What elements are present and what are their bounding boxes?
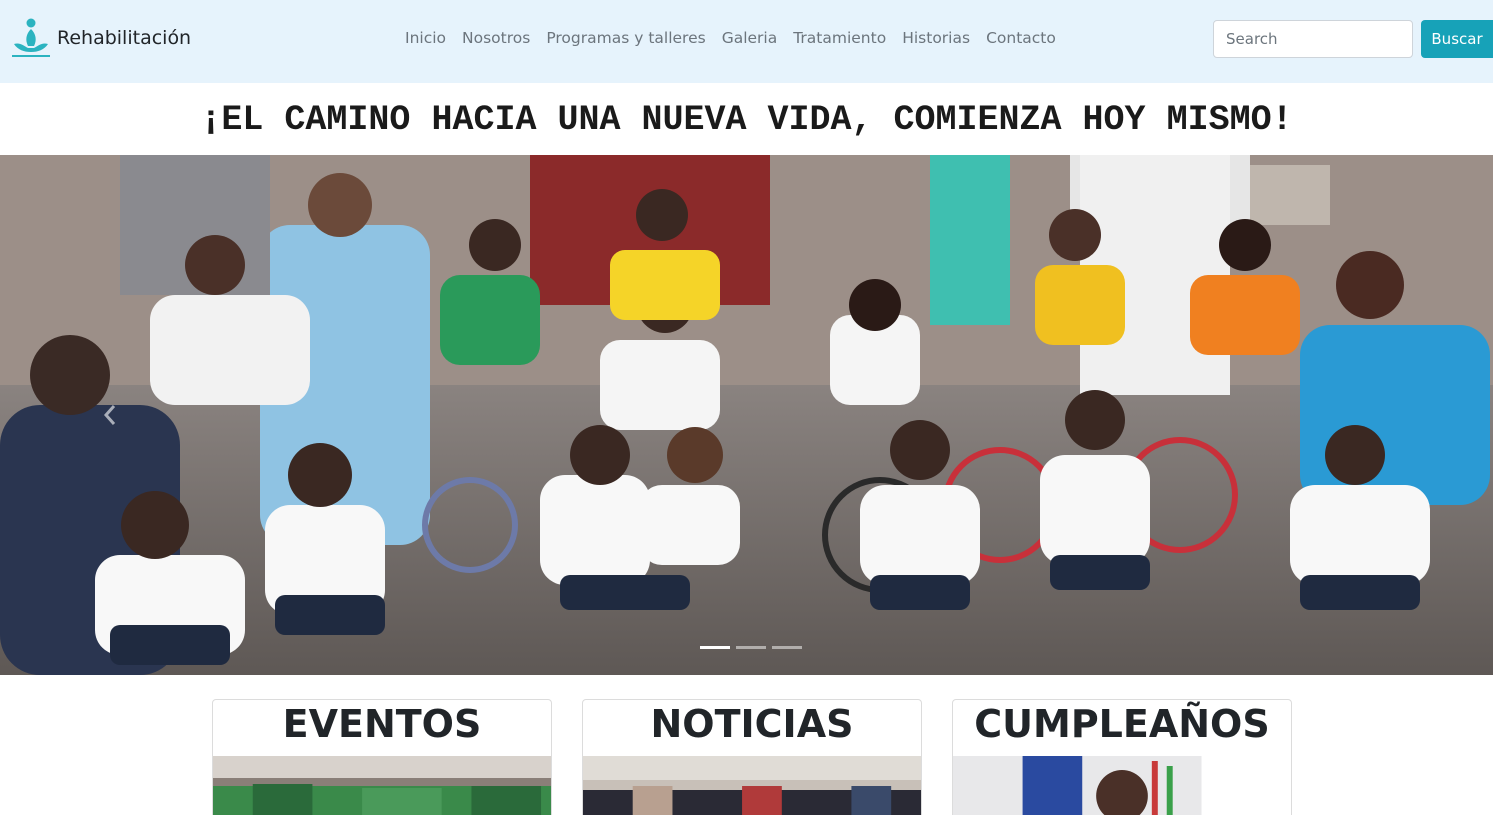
search-input[interactable] [1213, 20, 1413, 58]
brand-link[interactable]: Rehabilitación [10, 16, 191, 60]
nav-link-tratamiento[interactable]: Tratamiento [785, 29, 894, 47]
card-eventos[interactable]: EVENTOS [212, 699, 552, 815]
person-meditation-icon [12, 18, 50, 57]
carousel-slide-photo [0, 155, 1493, 675]
carousel-indicator-3[interactable] [772, 646, 802, 649]
nav-link-contacto[interactable]: Contacto [978, 29, 1064, 47]
page-headline: ¡EL CAMINO HACIA UNA NUEVA VIDA, COMIENZ… [200, 100, 1293, 140]
nav-link-inicio[interactable]: Inicio [397, 29, 454, 47]
search-button[interactable]: Buscar [1421, 20, 1493, 58]
chevron-left-icon[interactable] [96, 398, 124, 432]
card-image [213, 756, 551, 815]
card-image [583, 756, 921, 815]
card-noticias[interactable]: NOTICIAS [582, 699, 922, 815]
nav-link-galeria[interactable]: Galeria [714, 29, 786, 47]
carousel-indicator-1[interactable] [700, 646, 730, 649]
hero-carousel [0, 155, 1493, 675]
card-cumpleanos[interactable]: CUMPLEAÑOS [952, 699, 1292, 815]
nav-menu: Inicio Nosotros Programas y talleres Gal… [397, 29, 1064, 47]
carousel-indicators [700, 646, 808, 649]
card-image [953, 756, 1291, 815]
nav-link-programas[interactable]: Programas y talleres [538, 29, 713, 47]
nav-link-nosotros[interactable]: Nosotros [454, 29, 538, 47]
carousel-indicator-2[interactable] [736, 646, 766, 649]
card-title: EVENTOS [282, 702, 482, 746]
navbar: Rehabilitación Inicio Nosotros Programas… [0, 0, 1493, 83]
brand-name: Rehabilitación [57, 27, 192, 49]
nav-link-historias[interactable]: Historias [894, 29, 978, 47]
card-title: NOTICIAS [650, 702, 854, 746]
card-title: CUMPLEAÑOS [974, 702, 1270, 746]
